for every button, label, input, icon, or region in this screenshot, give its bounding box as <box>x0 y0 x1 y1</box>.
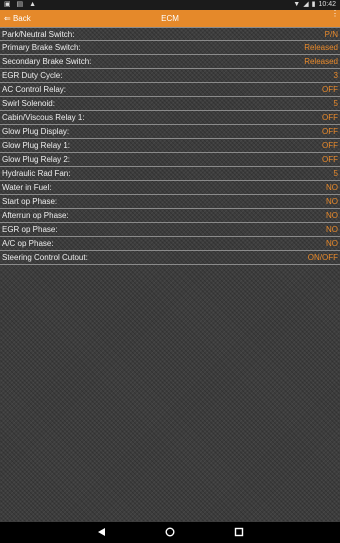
parameter-value: NO <box>326 197 338 206</box>
status-right: ▼ ◢ ▮ 10:42 <box>293 0 336 10</box>
navigation-bar <box>0 522 340 543</box>
parameter-label: Park/Neutral Switch: <box>2 29 75 39</box>
parameter-value: NO <box>326 211 338 220</box>
list-item: Steering Control Cutout: ON/OFF <box>0 251 340 265</box>
list-item: Glow Plug Relay 2: OFF <box>0 153 340 167</box>
list-item: A/C op Phase: NO <box>0 237 340 251</box>
overflow-menu-icon[interactable]: ⋮ <box>331 10 339 18</box>
parameter-label: EGR op Phase: <box>2 225 58 234</box>
app-bar: ⇐ Back ECM ⋮ <box>0 10 340 27</box>
status-bar: ▣ ▤ ▲ ▼ ◢ ▮ 10:42 <box>0 0 340 10</box>
list-item: Hydraulic Rad Fan: 5 <box>0 167 340 181</box>
parameter-label: Cabin/Viscous Relay 1: <box>2 113 85 122</box>
parameter-label: Glow Plug Display: <box>2 127 70 136</box>
nav-back-icon[interactable] <box>97 527 107 537</box>
parameter-label: AC Control Relay: <box>2 85 67 94</box>
parameter-value: OFF <box>322 141 338 150</box>
parameter-value: NO <box>326 239 338 248</box>
nav-recents-icon[interactable] <box>234 527 244 537</box>
parameter-label: Water in Fuel: <box>2 183 52 192</box>
list-item: Secondary Brake Switch: Released <box>0 55 340 69</box>
list-item: EGR op Phase: NO <box>0 223 340 237</box>
parameter-label: Swirl Solenoid: <box>2 99 55 108</box>
wifi-icon: ▼ <box>293 1 301 8</box>
list-item: Afterrun op Phase: NO <box>0 209 340 223</box>
parameter-label: Start op Phase: <box>2 197 58 206</box>
parameter-label: A/C op Phase: <box>2 239 54 248</box>
ecm-data-list[interactable]: Park/Neutral Switch: P/N Primary Brake Swi… <box>0 27 340 522</box>
list-item: Primary Brake Switch: Released <box>0 41 340 55</box>
parameter-value: NO <box>326 225 338 234</box>
parameter-value: NO <box>326 183 338 192</box>
parameter-value: ON/OFF <box>307 253 338 262</box>
nav-home-icon[interactable] <box>165 527 175 537</box>
list-item: Glow Plug Display: OFF <box>0 125 340 139</box>
notification-icons: ▣ ▤ ▲ <box>4 1 39 8</box>
parameter-label: Hydraulic Rad Fan: <box>2 169 71 178</box>
parameter-label: Glow Plug Relay 2: <box>2 155 71 164</box>
parameter-value: Released <box>304 43 338 52</box>
parameter-label: Afterrun op Phase: <box>2 211 69 220</box>
parameter-value: Released <box>304 57 338 66</box>
parameter-label: Glow Plug Relay 1: <box>2 141 71 150</box>
list-item: Swirl Solenoid: 5 <box>0 97 340 111</box>
parameter-value: OFF <box>322 85 338 94</box>
parameter-value: 5 <box>333 169 338 178</box>
parameter-value: OFF <box>322 155 338 164</box>
parameter-value: 5 <box>333 99 338 108</box>
parameter-value: 3 <box>333 71 338 80</box>
list-item: AC Control Relay: OFF <box>0 83 340 97</box>
parameter-label: Steering Control Cutout: <box>2 253 88 262</box>
list-item: Park/Neutral Switch: P/N <box>0 27 340 41</box>
signal-icon: ◢ <box>303 1 309 8</box>
page-title: ECM <box>161 14 179 23</box>
list-item: Water in Fuel: NO <box>0 181 340 195</box>
list-item: Glow Plug Relay 1: OFF <box>0 139 340 153</box>
parameter-value: OFF <box>322 127 338 136</box>
parameter-value: OFF <box>322 113 338 122</box>
parameter-label: Secondary Brake Switch: <box>2 57 92 66</box>
list-item: Start op Phase: NO <box>0 195 340 209</box>
parameter-value: P/N <box>324 29 338 39</box>
list-item: Cabin/Viscous Relay 1: OFF <box>0 111 340 125</box>
battery-icon: ▮ <box>311 1 316 8</box>
list-item: EGR Duty Cycle: 3 <box>0 69 340 83</box>
parameter-label: EGR Duty Cycle: <box>2 71 63 80</box>
parameter-label: Primary Brake Switch: <box>2 43 81 52</box>
